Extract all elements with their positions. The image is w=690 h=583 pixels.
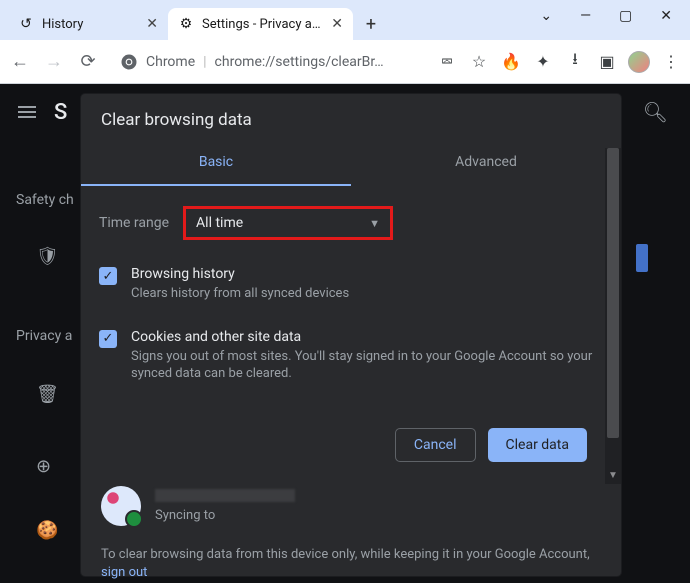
fire-icon[interactable]: 🔥 (500, 52, 522, 71)
cancel-button[interactable]: Cancel (395, 428, 476, 462)
forward-button[interactable]: → (42, 51, 66, 72)
window-min-icon[interactable]: — (580, 8, 591, 24)
tab-basic[interactable]: Basic (81, 140, 351, 186)
opt-cookies-desc: Signs you out of most sites. You'll stay… (131, 348, 603, 383)
toolbar: ← → ⟳ Chrome | chrome://settings/clearBr… (0, 40, 690, 84)
sign-out-link[interactable]: sign out (101, 565, 147, 580)
safety-check-label: Safety ch (16, 192, 74, 208)
search-icon[interactable]: 🔍︎ (643, 100, 668, 124)
chrome-icon (120, 53, 138, 71)
tab-history-label: History (42, 17, 138, 32)
sync-name-redacted (155, 489, 295, 502)
clear-data-dialog: Clear browsing data Basic Advanced Time … (81, 94, 621, 576)
shield-icon: 🛡 (36, 246, 59, 267)
checkbox-cookies[interactable]: ✓ (99, 330, 117, 348)
window-dropdown-icon[interactable]: ⌄ (540, 8, 552, 24)
dialog-footnote: To clear browsing data from this device … (101, 546, 591, 582)
dialog-scrollbar[interactable]: ▼ (605, 148, 621, 484)
scroll-down-icon[interactable]: ▼ (608, 470, 618, 480)
menu-icon[interactable]: ⋮ (660, 52, 682, 71)
hamburger-icon[interactable] (18, 106, 36, 118)
downloads-icon[interactable]: ⭳ (564, 48, 586, 75)
tab-history-close-icon[interactable]: ✕ (146, 16, 158, 32)
footnote-text: To clear browsing data from this device … (101, 547, 590, 562)
time-range-label: Time range (99, 215, 169, 231)
extensions-icon[interactable]: ✦ (532, 52, 554, 71)
dialog-tabs: Basic Advanced (81, 140, 621, 186)
time-range-select[interactable]: All time ▼ (183, 206, 393, 240)
reload-button[interactable]: ⟳ (76, 51, 100, 72)
sync-status: Syncing to (155, 508, 295, 523)
time-range-value: All time (196, 215, 243, 231)
gear-icon: ⚙ (178, 16, 194, 32)
dialog-title: Clear browsing data (81, 94, 621, 140)
opt-browsing-history-title: Browsing history (131, 266, 349, 282)
privacy-label: Privacy a (16, 328, 72, 344)
target-icon: ⊕ (36, 456, 51, 477)
new-tab-button[interactable]: + (357, 10, 385, 38)
tab-settings-close-icon[interactable]: ✕ (331, 16, 343, 32)
tab-settings[interactable]: ⚙ Settings - Privacy and ✕ (168, 8, 353, 40)
chevron-down-icon: ▼ (369, 217, 380, 230)
trash-icon: 🗑 (36, 384, 59, 405)
reader-icon[interactable]: ▣ (596, 52, 618, 71)
address-url: chrome://settings/clearBr… (215, 54, 384, 70)
back-button[interactable]: ← (8, 51, 32, 72)
tab-history[interactable]: ↺ History ✕ (8, 8, 168, 40)
address-prefix: Chrome (146, 54, 195, 70)
settings-page-title: S (54, 100, 67, 125)
checkbox-browsing-history[interactable]: ✓ (99, 267, 117, 285)
sync-avatar-icon[interactable] (101, 486, 141, 526)
tab-advanced[interactable]: Advanced (351, 140, 621, 186)
window-max-icon[interactable]: ▢ (619, 8, 632, 24)
history-icon: ↺ (18, 16, 34, 32)
bookmark-star-icon[interactable]: ☆ (468, 52, 490, 71)
sync-row: Syncing to (101, 486, 295, 526)
opt-browsing-history-desc: Clears history from all synced devices (131, 285, 349, 303)
profile-avatar-icon[interactable] (628, 51, 650, 73)
address-bar[interactable]: Chrome | chrome://settings/clearBr… (110, 46, 426, 78)
address-sep: | (203, 54, 206, 70)
page-content: S 🔍︎ Safety ch 🛡 Privacy a 🗑 ⊕ 🍪 Clear b… (0, 84, 690, 583)
tab-settings-label: Settings - Privacy and (202, 17, 323, 32)
cookie-icon: 🍪 (36, 520, 58, 541)
opt-cookies-title: Cookies and other site data (131, 329, 603, 345)
sidebar-accent (636, 244, 648, 272)
scrollbar-thumb[interactable] (607, 148, 619, 438)
clear-data-button[interactable]: Clear data (488, 428, 587, 462)
window-close-icon[interactable]: ✕ (660, 8, 672, 24)
share-icon[interactable]: ⮹ (436, 52, 458, 72)
